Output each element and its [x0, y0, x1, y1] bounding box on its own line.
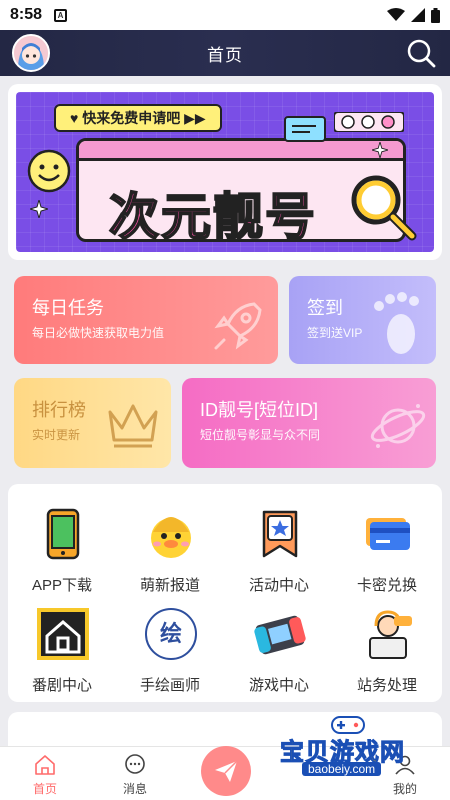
ranking-sub: 实时更新: [32, 428, 81, 442]
tab-home[interactable]: 首页: [0, 747, 90, 800]
menu-item-newbie[interactable]: 萌新报道: [116, 502, 224, 602]
planet-icon: [370, 404, 426, 448]
menu-item-card-redeem[interactable]: 卡密兑换: [333, 502, 441, 602]
daily-task-title: 每日任务: [32, 298, 104, 318]
status-bar: 8:58 A: [0, 0, 450, 30]
menu-label: APP下载: [31, 577, 92, 594]
sparkle-icon: [30, 200, 48, 218]
footprint-icon: [374, 292, 419, 354]
crown-icon: [108, 404, 158, 448]
status-time: 8:58: [10, 6, 43, 23]
watermark-url: baobeiy.com: [302, 762, 382, 776]
banner-title: 次元靓号: [108, 187, 317, 247]
wifi-icon: [387, 8, 405, 21]
menu-label: 卡密兑换: [356, 577, 417, 594]
promo-banner[interactable]: ♥ 快来免费申请吧 ▶▶ 次元靓号: [16, 92, 434, 252]
sign-in-title: 签到: [307, 298, 343, 318]
daily-task-card[interactable]: 每日任务 每日必做快速获取电力值: [14, 276, 278, 364]
magnifier-icon: [351, 175, 417, 241]
menu-label: 萌新报道: [139, 577, 200, 594]
id-number-sub: 短位靓号彰显与众不同: [200, 428, 321, 442]
duck-icon: [151, 517, 191, 558]
status-icons: [387, 7, 440, 23]
sparkle-icon: [372, 142, 388, 158]
menu-label: 番剧中心: [31, 677, 92, 694]
sign-in-sub: 签到送VIP: [307, 326, 363, 340]
chat-bubble-icon: [284, 116, 326, 142]
support-icon: [369, 610, 412, 659]
menu-item-station-affairs[interactable]: 站务处理: [333, 602, 441, 702]
menu-item-anime-center[interactable]: 番剧中心: [8, 602, 116, 702]
ranking-card[interactable]: 排行榜 实时更新: [14, 378, 171, 468]
avatar[interactable]: [12, 34, 50, 72]
id-number-title: ID靓号[短位ID]: [200, 400, 319, 420]
menu-item-activity[interactable]: 活动中心: [225, 502, 333, 602]
signal-icon: [411, 8, 425, 22]
gamepad-icon: [254, 615, 306, 655]
smiley-icon: [27, 149, 71, 193]
page-title: 首页: [207, 45, 243, 65]
publish-button[interactable]: [201, 746, 251, 796]
paint-icon: 绘: [145, 608, 197, 660]
rocket-icon: [214, 302, 262, 350]
app-header: 首页: [0, 30, 450, 76]
search-icon[interactable]: [406, 38, 436, 68]
banner-pill: ♥ 快来免费申请吧 ▶▶: [54, 104, 222, 132]
menu-label: 站务处理: [356, 677, 417, 694]
menu-item-painter[interactable]: 绘 手绘画师: [116, 602, 224, 702]
menu-item-app-download[interactable]: APP下载: [8, 502, 116, 602]
menu-label: 活动中心: [248, 577, 309, 594]
battery-icon: [431, 7, 440, 23]
notification-a-icon: A: [54, 8, 68, 22]
id-number-card[interactable]: ID靓号[短位ID] 短位靓号彰显与众不同: [182, 378, 436, 468]
banner-card: ♥ 快来免费申请吧 ▶▶ 次元靓号: [8, 84, 442, 260]
svg-text:绘: 绘: [160, 621, 182, 647]
tab-messages[interactable]: 消息: [90, 747, 180, 800]
tab-messages-label: 消息: [122, 782, 147, 796]
ranking-title: 排行榜: [32, 400, 86, 420]
sign-in-card[interactable]: 签到 签到送VIP: [289, 276, 436, 364]
menu-label: 手绘画师: [139, 677, 200, 694]
paper-plane-icon: [215, 760, 238, 782]
menu-label: 游戏中心: [248, 677, 309, 694]
message-icon: [125, 754, 145, 774]
window-controls-icon: [334, 112, 404, 132]
daily-task-sub: 每日必做快速获取电力值: [32, 326, 165, 340]
tab-mine-label: 我的: [392, 782, 417, 796]
bookmark-star-icon: [262, 510, 298, 558]
tab-home-label: 首页: [32, 782, 57, 796]
anime-house-icon: [37, 608, 89, 660]
menu-item-game-center[interactable]: 游戏中心: [225, 602, 333, 702]
site-watermark: 宝贝游戏网 baobeiy.com: [272, 716, 442, 780]
menu-grid: APP下载 萌新报道 活动中心 卡密兑换 番剧中心 绘 手绘画师 游戏中心 站务…: [8, 484, 442, 702]
phone-icon: [46, 508, 80, 560]
home-icon: [35, 755, 55, 775]
card-icon: [366, 518, 410, 550]
